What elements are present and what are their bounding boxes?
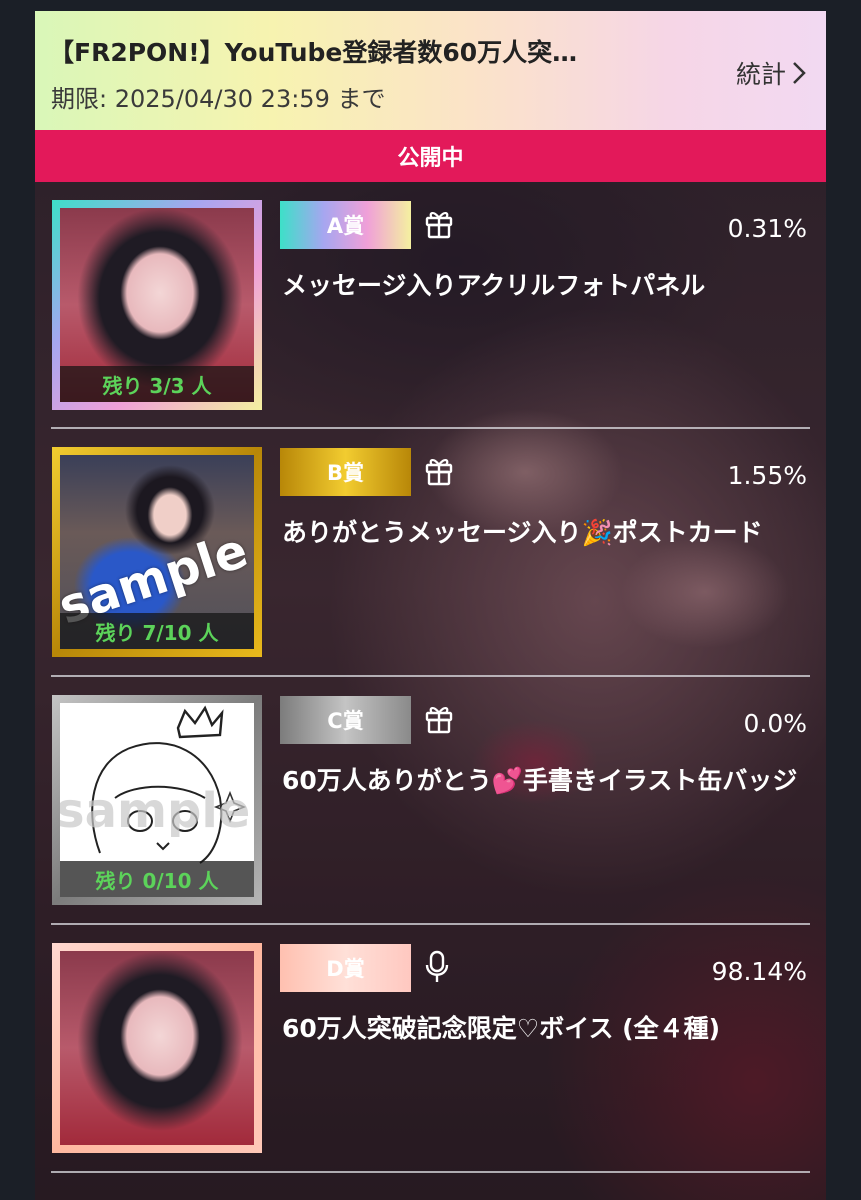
rank-badge: A賞 (280, 201, 411, 249)
campaign-header: 【FR2PON!】YouTube登録者数60万人突… 期限: 2025/04/3… (35, 11, 826, 130)
status-banner: 公開中 (35, 130, 826, 182)
rank-badge: B賞 (280, 448, 411, 496)
prize-photo (60, 951, 254, 1145)
prize-photo: sample 残り 7/10 人 (60, 455, 254, 649)
probability: 0.31% (727, 214, 807, 243)
gacha-card: 【FR2PON!】YouTube登録者数60万人突… 期限: 2025/04/3… (35, 11, 826, 1200)
prize-row-c[interactable]: sample 残り 0/10 人 C賞 0.0% 60万人ありがとう💕手書きイラ… (35, 677, 826, 925)
gift-icon (425, 212, 453, 239)
gift-icon (425, 459, 453, 486)
prize-name[interactable]: 60万人突破記念限定♡ボイス (全４種) (282, 1011, 812, 1047)
prize-photo: sample 残り 0/10 人 (60, 703, 254, 897)
prize-thumbnail[interactable]: sample 残り 0/10 人 (52, 695, 262, 905)
probability: 98.14% (711, 957, 807, 986)
prize-row-d[interactable]: D賞 98.14% 60万人突破記念限定♡ボイス (全４種) (35, 925, 826, 1173)
remaining-count: 残り 0/10 人 (60, 861, 254, 897)
prize-thumbnail[interactable]: 残り 3/3 人 (52, 200, 262, 410)
gift-icon (425, 707, 453, 734)
probability: 0.0% (743, 709, 807, 738)
prize-row-b[interactable]: sample 残り 7/10 人 B賞 1.55% ありがとうメッセージ入り🎉ポ… (35, 429, 826, 677)
campaign-deadline: 期限: 2025/04/30 23:59 まで (51, 85, 386, 113)
campaign-title: 【FR2PON!】YouTube登録者数60万人突… (49, 38, 578, 67)
prize-thumbnail[interactable] (52, 943, 262, 1153)
stats-label: 統計 (735, 60, 786, 89)
probability: 1.55% (727, 461, 807, 490)
prize-thumbnail[interactable]: sample 残り 7/10 人 (52, 447, 262, 657)
prize-name[interactable]: メッセージ入りアクリルフォトパネル (282, 268, 812, 304)
rank-badge: D賞 (280, 944, 411, 992)
prize-row-a[interactable]: 残り 3/3 人 A賞 0.31% メッセージ入りアクリルフォトパネル (35, 182, 826, 430)
microphone-icon (425, 950, 449, 982)
sample-watermark: sample (60, 783, 251, 839)
rank-badge: C賞 (280, 696, 411, 744)
remaining-count: 残り 7/10 人 (60, 613, 254, 649)
status-label: 公開中 (397, 146, 464, 171)
prize-name[interactable]: 60万人ありがとう💕手書きイラスト缶バッジ (282, 763, 812, 799)
remaining-count: 残り 3/3 人 (60, 366, 254, 402)
chevron-right-icon (793, 62, 806, 84)
prize-photo: 残り 3/3 人 (60, 208, 254, 402)
divider (51, 1171, 810, 1173)
prize-name[interactable]: ありがとうメッセージ入り🎉ポストカード (282, 515, 812, 551)
stats-link[interactable]: 統計 (736, 55, 806, 91)
